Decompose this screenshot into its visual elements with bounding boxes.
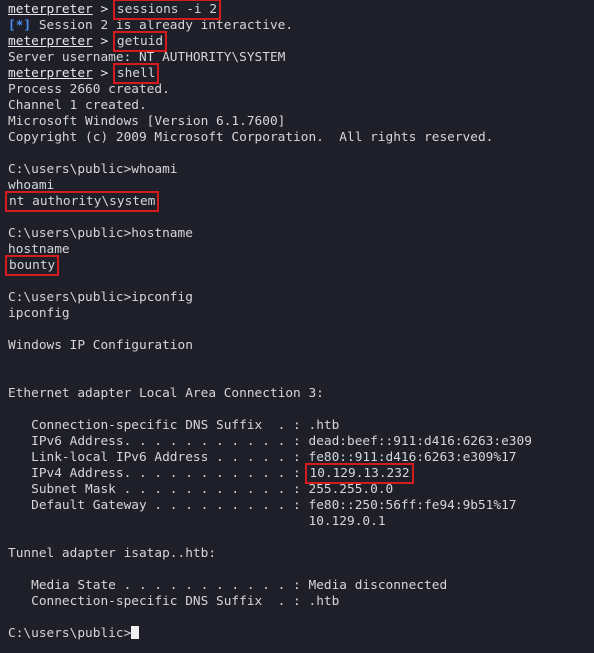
terminal-line: meterpreter > sessions -i 2 [8,0,594,20]
terminal-line: Process 2660 created. [8,82,170,97]
terminal-line: Copyright (c) 2009 Microsoft Corporation… [8,130,494,145]
terminal-line: meterpreter > shell [8,63,594,84]
terminal-line: 10.129.0.1 [8,514,594,530]
text-cursor[interactable] [131,626,140,639]
command-whoami: whoami [131,162,178,177]
ipv4-address-value: 10.129.13.232 [305,463,414,484]
meterpreter-prompt: meterpreter [8,2,93,17]
field-value: 255.255.0.0 [308,482,394,497]
cmd-prompt: C:\users\public> [8,226,132,241]
field-label: Connection-specific DNS Suffix . : [8,418,309,433]
command-shell: shell [112,63,160,84]
terminal-line: C:\users\public>ipconfig [8,290,594,306]
terminal-line: Connection-specific DNS Suffix . : .htb [8,418,594,434]
command-sessions: sessions -i 2 [112,0,222,20]
terminal-line: Server username: NT AUTHORITY\SYSTEM [8,50,286,65]
field-label: IPv6 Address. . . . . . . . . . . : [8,434,309,449]
terminal-line: Link-local IPv6 Address . . . . . : fe80… [8,450,594,466]
command-ipconfig: ipconfig [131,290,193,305]
terminal-line: [*] Session 2 is already interactive. [8,18,594,34]
terminal-line: Microsoft Windows [Version 6.1.7600] [8,114,286,129]
command-getuid: getuid [112,31,168,52]
terminal-line: C:\users\public>hostname [8,226,594,242]
terminal-line: whoami [8,178,55,193]
field-label: Media State . . . . . . . . . . . : [8,578,309,593]
cmd-prompt: C:\users\public> [8,626,132,641]
terminal-line: meterpreter > getuid [8,31,594,52]
field-indent [8,514,308,529]
terminal-line: Tunnel adapter isatap..htb: [8,546,217,561]
cmd-prompt: C:\users\public> [8,290,132,305]
field-value: dead:beef::911:d416:6263:e309 [308,434,532,449]
cmd-prompt: C:\users\public> [8,162,132,177]
terminal-window[interactable]: meterpreter > sessions -i 2 [*] Session … [0,0,594,653]
meterpreter-prompt: meterpreter [8,34,93,49]
command-hostname: hostname [131,226,193,241]
info-indicator: [*] [8,18,32,33]
field-label: Connection-specific DNS Suffix . : [8,594,309,609]
field-value: fe80::250:56ff:fe94:9b51%17 [308,498,517,513]
field-value: Media disconnected [308,578,448,593]
terminal-line: Default Gateway . . . . . . . . . : fe80… [8,498,594,514]
terminal-line: Windows IP Configuration [8,338,193,353]
prompt-separator: > [92,2,116,17]
field-label: Default Gateway . . . . . . . . . : [8,498,309,513]
terminal-line: nt authority\system [4,191,594,212]
hostname-result: bounty [4,255,60,276]
field-value: 10.129.0.1 [308,514,386,529]
prompt-separator: > [92,34,116,49]
whoami-result: nt authority\system [4,191,160,212]
terminal-line: Ethernet adapter Local Area Connection 3… [8,386,324,401]
terminal-line: bounty [4,255,594,276]
terminal-line: Media State . . . . . . . . . . . : Medi… [8,578,594,594]
output-text: Session 2 is already interactive. [31,18,294,33]
terminal-line: ipconfig [8,306,70,321]
terminal-line: hostname [8,242,70,257]
terminal-line: Channel 1 created. [8,98,147,113]
field-label: IPv4 Address. . . . . . . . . . . : [8,466,309,481]
field-value: .htb [308,418,340,433]
field-label: Link-local IPv6 Address . . . . . : [8,450,309,465]
field-value: fe80::911:d416:6263:e309%17 [308,450,517,465]
field-label: Subnet Mask . . . . . . . . . . . : [8,482,309,497]
terminal-line: C:\users\public>whoami [8,162,594,178]
terminal-line: Connection-specific DNS Suffix . : .htb [8,594,594,610]
field-value: .htb [308,594,340,609]
prompt-separator: > [92,66,116,81]
terminal-input-line[interactable]: C:\users\public> [8,626,594,642]
meterpreter-prompt: meterpreter [8,66,93,81]
terminal-line: Subnet Mask . . . . . . . . . . . : 255.… [8,482,594,498]
terminal-line: IPv6 Address. . . . . . . . . . . : dead… [8,434,594,450]
terminal-line: IPv4 Address. . . . . . . . . . . : 10.1… [8,463,594,484]
